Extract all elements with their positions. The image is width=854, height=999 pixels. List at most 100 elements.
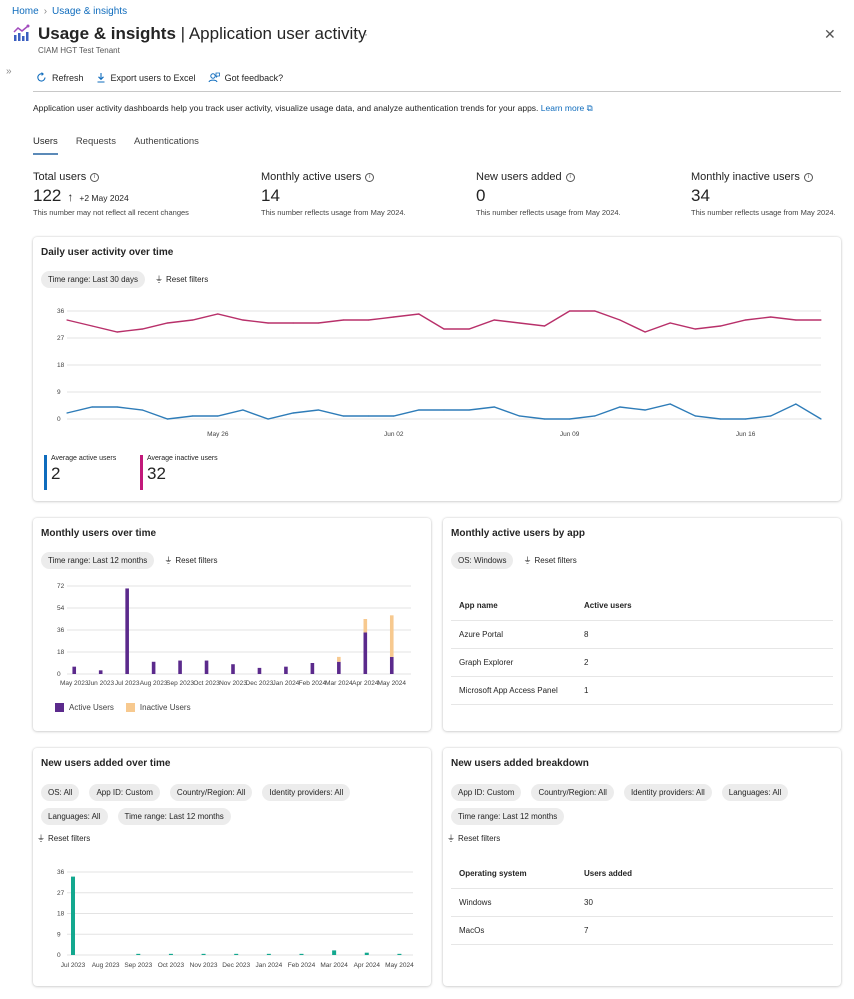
reset-filters-button[interactable]: ⏚ Reset filters: [155, 274, 208, 285]
bar-active: [151, 661, 156, 674]
y-tick-label: 9: [57, 931, 61, 938]
x-tick-label: Feb 2024: [288, 962, 316, 969]
page-description: Application user activity dashboards hel…: [33, 103, 593, 113]
table-row[interactable]: Windows 30: [451, 888, 833, 917]
monthly-bar-chart: 0 18 36 54 72 May 2023Jun 2023 Jul 2023 Aug 202…: [57, 583, 411, 687]
data-point: [644, 409, 646, 411]
data-point: [66, 412, 68, 414]
x-tick-label: Sep 2023: [124, 962, 152, 969]
reset-filters-button[interactable]: ⏚ Reset filters: [523, 555, 576, 566]
bar-active: [204, 660, 209, 674]
table-row[interactable]: Graph Explorer 2: [451, 648, 833, 677]
data-point: [217, 415, 219, 417]
bar-new-users: [168, 953, 173, 955]
x-tick-label: Feb 2024: [299, 680, 327, 687]
data-point: [795, 403, 797, 405]
app-id-filter[interactable]: App ID: Custom: [89, 784, 160, 801]
kpi-value: 0: [476, 186, 486, 205]
table-row[interactable]: MacOs 7: [451, 916, 833, 945]
reset-filters-button[interactable]: ⏚ Reset filters: [37, 833, 90, 844]
bar-new-users: [364, 952, 369, 955]
x-tick-label: Jan 2024: [255, 962, 282, 969]
export-users-button[interactable]: Export users to Excel: [96, 72, 196, 83]
table-row[interactable]: Azure Portal 8: [451, 620, 833, 649]
info-icon[interactable]: i: [365, 172, 375, 182]
app-id-filter[interactable]: App ID: Custom: [451, 784, 522, 801]
data-point: [569, 418, 571, 420]
languages-filter[interactable]: Languages: All: [41, 808, 108, 825]
feedback-icon: [208, 72, 220, 83]
data-point: [116, 406, 118, 408]
bar-active: [310, 663, 315, 674]
country-region-filter[interactable]: Country/Region: All: [531, 784, 614, 801]
tab-authentications[interactable]: Authentications: [134, 136, 199, 155]
tab-requests[interactable]: Requests: [76, 136, 116, 155]
toolbar-divider: [33, 91, 841, 92]
reset-filters-button[interactable]: ⏚ Reset filters: [447, 833, 500, 844]
data-point: [468, 409, 470, 411]
close-icon[interactable]: ✕: [824, 26, 836, 43]
arrow-up-icon: ↑: [67, 190, 74, 204]
legend-inactive-users[interactable]: Inactive Users: [125, 703, 191, 713]
table-row[interactable]: Microsoft App Access Panel 1: [451, 676, 833, 705]
data-point: [669, 403, 671, 405]
breadcrumb-usage-insights[interactable]: Usage & insights: [52, 6, 127, 17]
y-tick-label: 27: [57, 890, 65, 897]
data-point: [518, 415, 520, 417]
x-tick-label: Jun 02: [384, 431, 404, 438]
info-icon[interactable]: i: [565, 172, 575, 182]
data-point: [66, 319, 68, 321]
x-tick-label: Mar 2024: [325, 680, 353, 687]
languages-filter[interactable]: Languages: All: [721, 784, 789, 801]
info-icon[interactable]: i: [90, 172, 100, 182]
y-tick-label: 36: [57, 627, 65, 634]
feedback-button[interactable]: Got feedback?: [208, 72, 283, 83]
kpi-total-users: Total users i 122 ↑ +2 May 2024 This number…: [33, 171, 189, 217]
bar-active: [363, 632, 368, 674]
data-point: [393, 316, 395, 318]
time-range-filter[interactable]: Time range: Last 30 days: [41, 271, 145, 288]
bar-new-users: [397, 953, 402, 955]
country-region-filter[interactable]: Country/Region: All: [169, 784, 253, 801]
os-breakdown-table: Operating system Users added Windows 30 Ma…: [451, 860, 833, 945]
data-point: [342, 415, 345, 417]
download-icon: [96, 72, 106, 83]
data-point: [543, 418, 546, 420]
y-tick-label: 18: [57, 911, 65, 918]
expand-sidebar-icon[interactable]: »: [6, 66, 12, 77]
kpi-monthly-active-users: Monthly active users i 14 This number ref…: [261, 171, 406, 217]
data-point: [619, 406, 621, 408]
identity-providers-filter[interactable]: Identity providers: All: [623, 784, 712, 801]
legend-active-users[interactable]: Active Users: [55, 703, 114, 713]
bar-new-users: [299, 953, 304, 955]
tenant-name: CIAM HGT Test Tenant: [38, 46, 120, 55]
kpi-value: 34: [691, 186, 710, 205]
data-point: [292, 412, 294, 414]
kpi-new-users-added: New users added i 0 This number reflects …: [476, 171, 621, 217]
info-icon[interactable]: i: [803, 172, 813, 182]
data-point: [116, 331, 118, 333]
time-range-filter[interactable]: Time range: Last 12 months: [451, 808, 565, 825]
tab-users[interactable]: Users: [33, 136, 58, 155]
breadcrumb-home[interactable]: Home: [12, 6, 39, 17]
x-tick-label: Apr 2024: [352, 680, 379, 687]
data-point: [770, 415, 772, 417]
refresh-button[interactable]: Refresh: [36, 72, 84, 83]
time-range-filter[interactable]: Time range: Last 12 months: [41, 552, 155, 569]
x-tick-label: Nov 2023: [219, 680, 247, 687]
bar-inactive: [389, 615, 394, 657]
y-tick-label: 9: [57, 389, 61, 396]
data-point: [317, 322, 319, 324]
data-point: [317, 409, 319, 411]
page-title: Usage & insights | Application user acti…: [38, 24, 367, 43]
reset-filters-button[interactable]: ⏚ Reset filters: [164, 555, 217, 566]
os-filter[interactable]: OS: Windows: [451, 552, 514, 569]
more-options-button[interactable]: ···: [354, 27, 369, 41]
os-filter[interactable]: OS: All: [41, 784, 80, 801]
identity-providers-filter[interactable]: Identity providers: All: [262, 784, 351, 801]
x-tick-label: May 2024: [377, 680, 406, 687]
kpi-monthly-inactive-users: Monthly inactive users i 34 This number r…: [691, 171, 836, 217]
time-range-filter[interactable]: Time range: Last 12 months: [117, 808, 231, 825]
learn-more-link[interactable]: Learn more ⧉: [541, 103, 593, 113]
bar-active: [125, 588, 129, 674]
